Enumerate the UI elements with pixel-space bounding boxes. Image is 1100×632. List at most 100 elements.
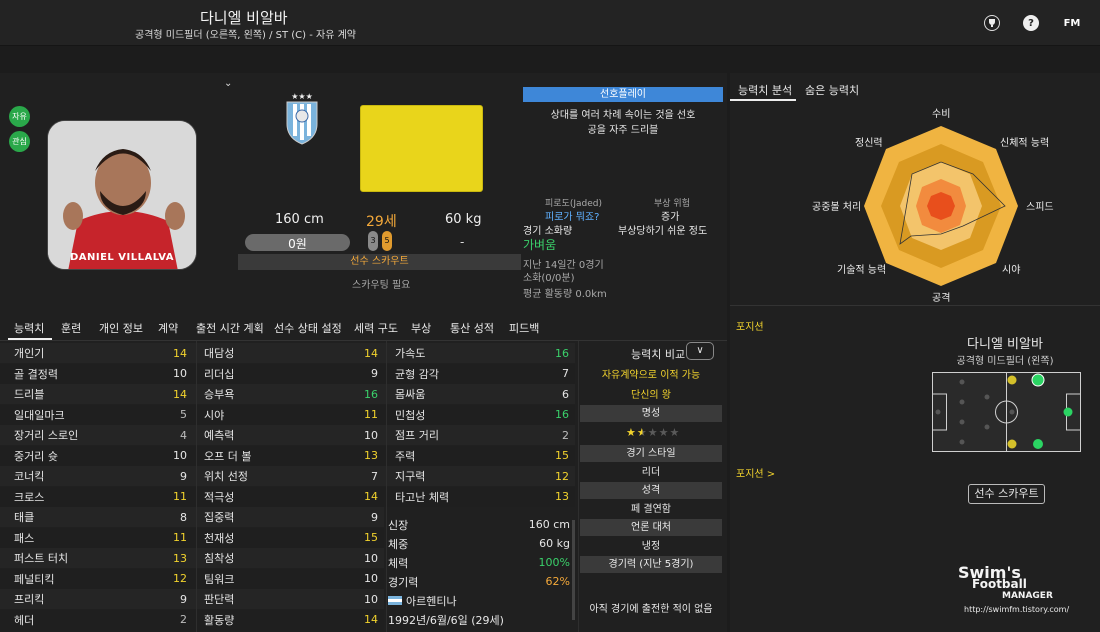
tab-career-stats[interactable]: 통산 성적 [450, 320, 494, 336]
attribute-row[interactable]: 적극성 14 [190, 486, 384, 507]
attribute-value: 10 [364, 551, 378, 565]
scout-player-button[interactable]: 선수 스카우트 [968, 484, 1045, 504]
attribute-name: 주력 [395, 449, 416, 463]
attribute-row[interactable]: 활동량 14 [190, 609, 384, 630]
attribute-row[interactable]: 침착성 10 [190, 548, 384, 568]
attribute-name: 개인기 [14, 347, 45, 360]
attribute-value: 10 [364, 592, 378, 606]
tab-injuries[interactable]: 부상 [411, 320, 431, 336]
attribute-name: 크로스 [14, 490, 45, 504]
attribute-row[interactable]: 퍼스트 터치 13 [0, 548, 193, 568]
tab-dynamics[interactable]: 세력 구도 [354, 320, 398, 336]
radar-label-defending: 수비 [932, 109, 951, 120]
last14-sub-text: 소화(0/0분) [523, 273, 575, 284]
tab-attributes[interactable]: 능력치 [14, 320, 44, 336]
attribute-row[interactable]: 타고난 체력 13 [381, 486, 575, 507]
attribute-row[interactable]: 집중력 9 [190, 507, 384, 527]
physical-info-row: 신장 160 cm [388, 515, 570, 534]
watermark-logo: Swim's Football MANAGER http://swimfm.ti… [958, 563, 1083, 618]
attribute-row[interactable]: 몸싸움 6 [381, 384, 575, 404]
attribute-row[interactable]: 대담성 14 [190, 343, 384, 363]
attribute-row[interactable]: 일대일마크 5 [0, 404, 193, 425]
physical-info-row: 체중 60 kg [388, 534, 570, 553]
positions-link[interactable]: 포지션 > [736, 465, 775, 480]
age-value: 29세 [366, 214, 397, 230]
attribute-value: 11 [364, 408, 378, 421]
column-divider [386, 341, 387, 632]
tab-attribute-analysis[interactable]: 능력치 분석 [738, 82, 792, 98]
attribute-value: 12 [555, 469, 569, 483]
injury-risk-value: 증가 [661, 212, 680, 223]
attribute-value: 10 [364, 572, 378, 585]
match-load-label: 경기 소화량 [523, 226, 573, 237]
trophy-icon[interactable] [984, 15, 1000, 31]
attribute-value: 15 [364, 531, 378, 544]
attribute-row[interactable]: 중거리 슛 10 [0, 445, 193, 466]
top-bar: 다니엘 비알바 공격형 미드필더 (오른쪽, 왼쪽) / ST (C) - 자유… [0, 0, 1100, 46]
attribute-row[interactable]: 위치 선정 7 [190, 466, 384, 486]
attribute-name: 중거리 슛 [14, 449, 58, 463]
attribute-name: 드리블 [14, 388, 45, 401]
fm-logo-icon[interactable]: FM [1061, 15, 1083, 31]
attribute-row[interactable]: 드리블 14 [0, 384, 193, 404]
attribute-row[interactable]: 개인기 14 [0, 343, 193, 363]
attribute-row[interactable]: 팀워크 10 [190, 568, 384, 589]
active-tab-indicator [730, 99, 796, 101]
attribute-row[interactable]: 리더십 9 [190, 363, 384, 384]
help-icon[interactable]: ? [1023, 15, 1039, 31]
attribute-row[interactable]: 균형 감각 7 [381, 363, 575, 384]
attribute-name: 골 결정력 [14, 367, 58, 381]
attribute-value: 16 [364, 387, 378, 401]
fatigue-value-link[interactable]: 피로가 뭐죠? [545, 208, 600, 223]
attribute-row[interactable]: 천재성 15 [190, 527, 384, 548]
logo-line-3: MANAGER [1002, 591, 1053, 601]
attribute-row[interactable]: 예측력 10 [190, 425, 384, 445]
attribute-row[interactable]: 태클 8 [0, 507, 193, 527]
attribute-row[interactable]: 크로스 11 [0, 486, 193, 507]
scout-bar[interactable]: 선수 스카우트 [238, 254, 521, 270]
attribute-row[interactable]: 코너킥 9 [0, 466, 193, 486]
wage-pill: 0원 [245, 234, 350, 251]
attribute-name: 적극성 [204, 490, 235, 504]
tab-contract[interactable]: 계약 [158, 320, 178, 336]
attribute-row[interactable]: 페널티킥 12 [0, 568, 193, 589]
tab-training[interactable]: 훈련 [61, 320, 81, 336]
tab-playing-time[interactable]: 출전 시간 계획 [196, 320, 264, 336]
physical-info-row: 경기력 62% [388, 572, 570, 591]
interest-badge[interactable]: 관심 [9, 131, 30, 152]
attribute-row[interactable]: 승부욕 16 [190, 384, 384, 404]
physical-info-value: 62% [545, 575, 570, 588]
attribute-row[interactable]: 시야 11 [190, 404, 384, 425]
physical-info-value: 60 kg [539, 537, 570, 550]
attribute-name: 장거리 스로인 [14, 429, 79, 442]
scrollbar[interactable] [572, 520, 575, 620]
weight-value: 60 kg [445, 212, 482, 227]
attribute-row[interactable]: 점프 거리 2 [381, 425, 575, 445]
compare-dropdown-button[interactable]: ∨ [686, 342, 714, 360]
attribute-name: 민첩성 [395, 408, 426, 422]
chevron-down-icon[interactable]: ⌄ [224, 78, 232, 89]
attribute-row[interactable]: 오프 더 볼 13 [190, 445, 384, 466]
physical-info-label: 신장 [388, 518, 409, 532]
birth-row: 1992년/6월/6일 (29세) [388, 610, 504, 629]
attribute-value: 9 [371, 510, 378, 524]
tab-personal-info[interactable]: 개인 정보 [99, 320, 143, 336]
free-agent-badge[interactable]: 자유 [9, 106, 30, 127]
attribute-row[interactable]: 헤더 2 [0, 609, 193, 630]
reputation-stars: ★★★★★ [626, 426, 681, 439]
attribute-name: 태클 [14, 511, 35, 524]
tab-feedback[interactable]: 피드백 [509, 320, 539, 336]
attribute-row[interactable]: 주력 15 [381, 445, 575, 466]
attribute-row[interactable]: 판단력 10 [190, 589, 384, 609]
attribute-row[interactable]: 지구력 12 [381, 466, 575, 486]
logo-url: http://swimfm.tistory.com/ [964, 605, 1070, 614]
attribute-row[interactable]: 패스 11 [0, 527, 193, 548]
attribute-row[interactable]: 장거리 스로인 4 [0, 425, 193, 445]
attribute-row[interactable]: 가속도 16 [381, 343, 575, 363]
attribute-value: 11 [173, 531, 187, 544]
attribute-row[interactable]: 골 결정력 10 [0, 363, 193, 384]
tab-hidden-attributes[interactable]: 숨은 능력치 [805, 82, 859, 98]
attribute-row[interactable]: 민첩성 16 [381, 404, 575, 425]
tab-player-status[interactable]: 선수 상태 설정 [274, 320, 342, 336]
attribute-row[interactable]: 프리킥 9 [0, 589, 193, 609]
